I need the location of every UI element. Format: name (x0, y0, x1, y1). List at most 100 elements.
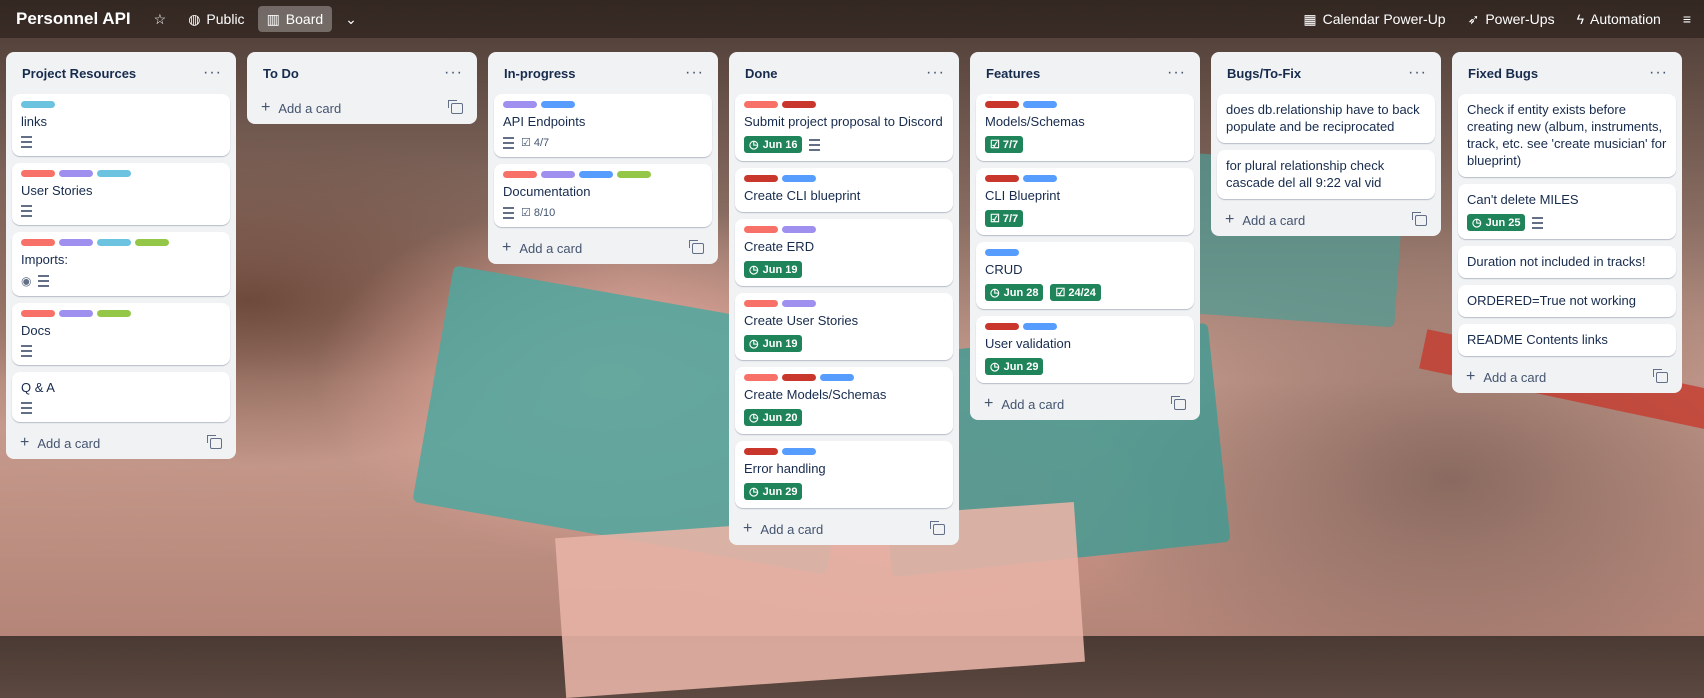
card[interactable]: README Contents links (1458, 324, 1676, 356)
label-chip[interactable] (782, 300, 816, 307)
list-title[interactable]: Features (986, 66, 1040, 81)
label-chip[interactable] (985, 101, 1019, 108)
list-title[interactable]: To Do (263, 66, 299, 81)
label-chip[interactable] (617, 171, 651, 178)
due-date-badge[interactable]: ◷ Jun 19 (744, 261, 803, 278)
label-chip[interactable] (21, 170, 55, 177)
list-header[interactable]: To Do ··· (253, 52, 471, 94)
card[interactable]: CRUD ◷ Jun 28 ☑ 24/24 (976, 242, 1194, 309)
label-chip[interactable] (744, 300, 778, 307)
card[interactable]: CLI Blueprint ☑ 7/7 (976, 168, 1194, 235)
list-header[interactable]: Done ··· (735, 52, 953, 94)
card[interactable]: Imports: ◉ (12, 232, 230, 296)
card[interactable]: Documentation ☑ 8/10 (494, 164, 712, 227)
card[interactable]: Check if entity exists before creating n… (1458, 94, 1676, 177)
due-date-badge[interactable]: ◷ Jun 19 (744, 335, 803, 352)
list-menu-icon[interactable]: ··· (926, 64, 945, 82)
list-menu-icon[interactable]: ··· (1167, 64, 1186, 82)
add-card-button[interactable]: + Add a card (976, 390, 1194, 414)
card[interactable]: Error handling ◷ Jun 29 (735, 441, 953, 508)
label-chip[interactable] (782, 226, 816, 233)
calendar-powerup-button[interactable]: ▦ Calendar Power-Up (1294, 6, 1454, 32)
label-chip[interactable] (541, 171, 575, 178)
card[interactable]: User validation ◷ Jun 29 (976, 316, 1194, 383)
card[interactable]: Duration not included in tracks! (1458, 246, 1676, 278)
label-chip[interactable] (985, 175, 1019, 182)
label-chip[interactable] (744, 175, 778, 182)
card-template-icon[interactable] (207, 434, 222, 449)
board-title[interactable]: Personnel API (16, 9, 131, 29)
label-chip[interactable] (21, 101, 55, 108)
views-dropdown-button[interactable]: ⌄ (336, 7, 366, 31)
list-title[interactable]: Project Resources (22, 66, 136, 81)
list-menu-icon[interactable]: ··· (1649, 64, 1668, 82)
list-menu-icon[interactable]: ··· (1408, 64, 1427, 82)
card[interactable]: API Endpoints ☑ 4/7 (494, 94, 712, 157)
label-chip[interactable] (59, 239, 93, 246)
label-chip[interactable] (782, 448, 816, 455)
add-card-button[interactable]: + Add a card (1217, 206, 1435, 230)
add-card-button[interactable]: + Add a card (1458, 363, 1676, 387)
card[interactable]: Q & A (12, 372, 230, 422)
list-header[interactable]: Project Resources ··· (12, 52, 230, 94)
star-button[interactable]: ☆ (145, 7, 176, 31)
add-card-button[interactable]: + Add a card (494, 234, 712, 258)
filter-button[interactable]: ≡ (1674, 7, 1700, 31)
list-title[interactable]: Done (745, 66, 778, 81)
due-date-badge[interactable]: ◷ Jun 20 (744, 409, 803, 426)
automation-button[interactable]: ϟ Automation (1568, 6, 1670, 32)
label-chip[interactable] (579, 171, 613, 178)
card[interactable]: User Stories (12, 163, 230, 225)
label-chip[interactable] (21, 310, 55, 317)
card[interactable]: does db.relationship have to back popula… (1217, 94, 1435, 143)
card[interactable]: Create User Stories ◷ Jun 19 (735, 293, 953, 360)
list-title[interactable]: Fixed Bugs (1468, 66, 1538, 81)
add-card-button[interactable]: + Add a card (12, 429, 230, 453)
list-menu-icon[interactable]: ··· (685, 64, 704, 82)
label-chip[interactable] (1023, 323, 1057, 330)
add-card-button[interactable]: + Add a card (735, 515, 953, 539)
list-menu-icon[interactable]: ··· (444, 64, 463, 82)
label-chip[interactable] (820, 374, 854, 381)
label-chip[interactable] (782, 374, 816, 381)
label-chip[interactable] (59, 170, 93, 177)
card[interactable]: Create ERD ◷ Jun 19 (735, 219, 953, 286)
visibility-button[interactable]: ◍ Public (179, 6, 253, 32)
card[interactable]: ORDERED=True not working (1458, 285, 1676, 317)
label-chip[interactable] (97, 310, 131, 317)
list-header[interactable]: Features ··· (976, 52, 1194, 94)
list-header[interactable]: In-progress ··· (494, 52, 712, 94)
board-view-button[interactable]: ▥ Board (257, 6, 333, 32)
list-header[interactable]: Bugs/To-Fix ··· (1217, 52, 1435, 94)
card[interactable]: Submit project proposal to Discord ◷ Jun 1… (735, 94, 953, 161)
due-date-badge[interactable]: ◷ Jun 29 (744, 483, 803, 500)
label-chip[interactable] (985, 249, 1019, 256)
label-chip[interactable] (985, 323, 1019, 330)
label-chip[interactable] (21, 239, 55, 246)
due-date-badge[interactable]: ◷ Jun 16 (744, 136, 803, 153)
due-date-badge[interactable]: ◷ Jun 28 (985, 284, 1044, 301)
card[interactable]: Create Models/Schemas ◷ Jun 20 (735, 367, 953, 434)
label-chip[interactable] (782, 175, 816, 182)
card[interactable]: Docs (12, 303, 230, 365)
list-title[interactable]: Bugs/To-Fix (1227, 66, 1301, 81)
label-chip[interactable] (59, 310, 93, 317)
label-chip[interactable] (97, 239, 131, 246)
label-chip[interactable] (503, 171, 537, 178)
card[interactable]: Models/Schemas ☑ 7/7 (976, 94, 1194, 161)
label-chip[interactable] (1023, 175, 1057, 182)
label-chip[interactable] (744, 448, 778, 455)
card-template-icon[interactable] (448, 99, 463, 114)
label-chip[interactable] (97, 170, 131, 177)
card[interactable]: Can't delete MILES ◷ Jun 25 (1458, 184, 1676, 239)
add-card-button[interactable]: + Add a card (253, 94, 471, 118)
card[interactable]: links (12, 94, 230, 156)
label-chip[interactable] (744, 374, 778, 381)
list-header[interactable]: Fixed Bugs ··· (1458, 52, 1676, 94)
card[interactable]: for plural relationship check cascade de… (1217, 150, 1435, 199)
due-date-badge[interactable]: ◷ Jun 25 (1467, 214, 1526, 231)
card-template-icon[interactable] (1171, 395, 1186, 410)
card-template-icon[interactable] (930, 520, 945, 535)
card-template-icon[interactable] (1653, 368, 1668, 383)
label-chip[interactable] (503, 101, 537, 108)
